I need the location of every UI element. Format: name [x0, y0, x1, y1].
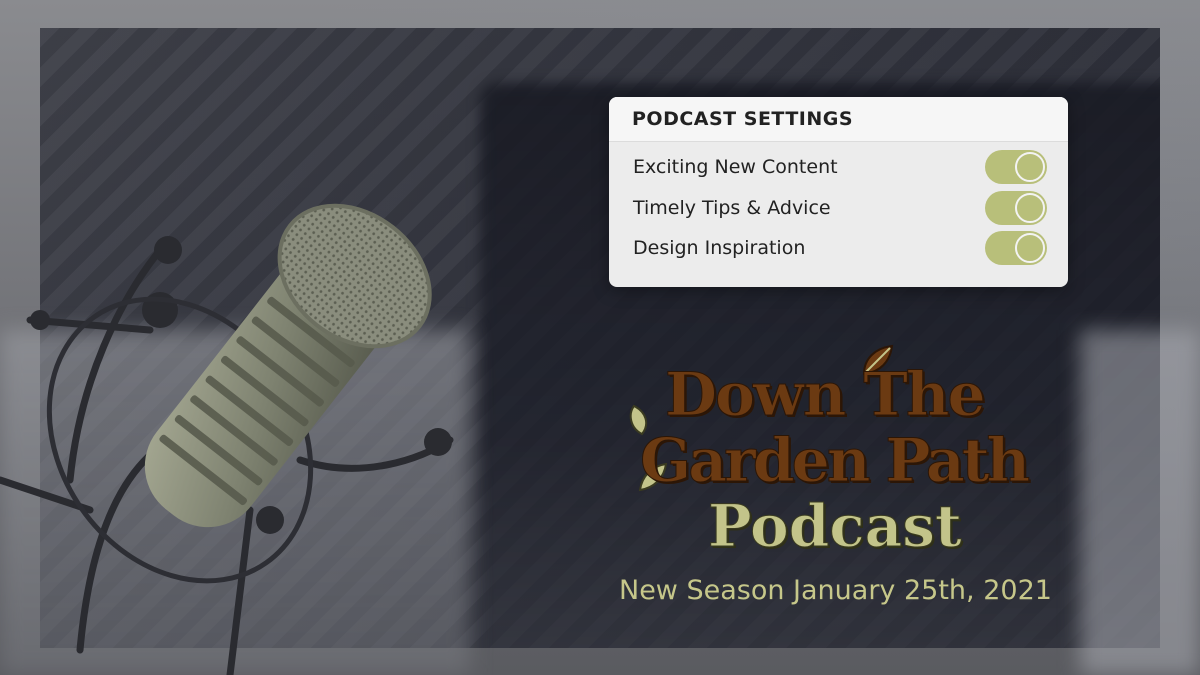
logo-line-1: Down The: [665, 360, 987, 431]
setting-label: Design Inspiration: [633, 237, 806, 259]
setting-label: Timely Tips & Advice: [633, 197, 831, 219]
settings-header: PODCAST SETTINGS: [609, 97, 1068, 142]
settings-row-design-inspiration[interactable]: Design Inspiration: [609, 230, 1068, 266]
settings-row-exciting-new-content[interactable]: Exciting New Content: [609, 149, 1068, 185]
podcast-settings-panel: PODCAST SETTINGS Exciting New Content Ti…: [609, 97, 1068, 287]
podcast-banner: PODCAST SETTINGS Exciting New Content Ti…: [0, 0, 1200, 675]
toggle-switch[interactable]: [985, 191, 1047, 225]
season-announcement: New Season January 25th, 2021: [619, 575, 1052, 606]
setting-label: Exciting New Content: [633, 156, 838, 178]
toggle-switch[interactable]: [985, 231, 1047, 265]
right-blur: [1080, 330, 1200, 675]
toggle-switch[interactable]: [985, 150, 1047, 184]
toggle-knob: [1015, 193, 1045, 223]
toggle-knob: [1015, 233, 1045, 263]
logo-line-2: Garden Path: [639, 426, 1030, 497]
toggle-knob: [1015, 152, 1045, 182]
logo-line-3: Podcast: [708, 492, 963, 561]
settings-row-timely-tips[interactable]: Timely Tips & Advice: [609, 190, 1068, 226]
microphone-icon: [0, 203, 454, 675]
